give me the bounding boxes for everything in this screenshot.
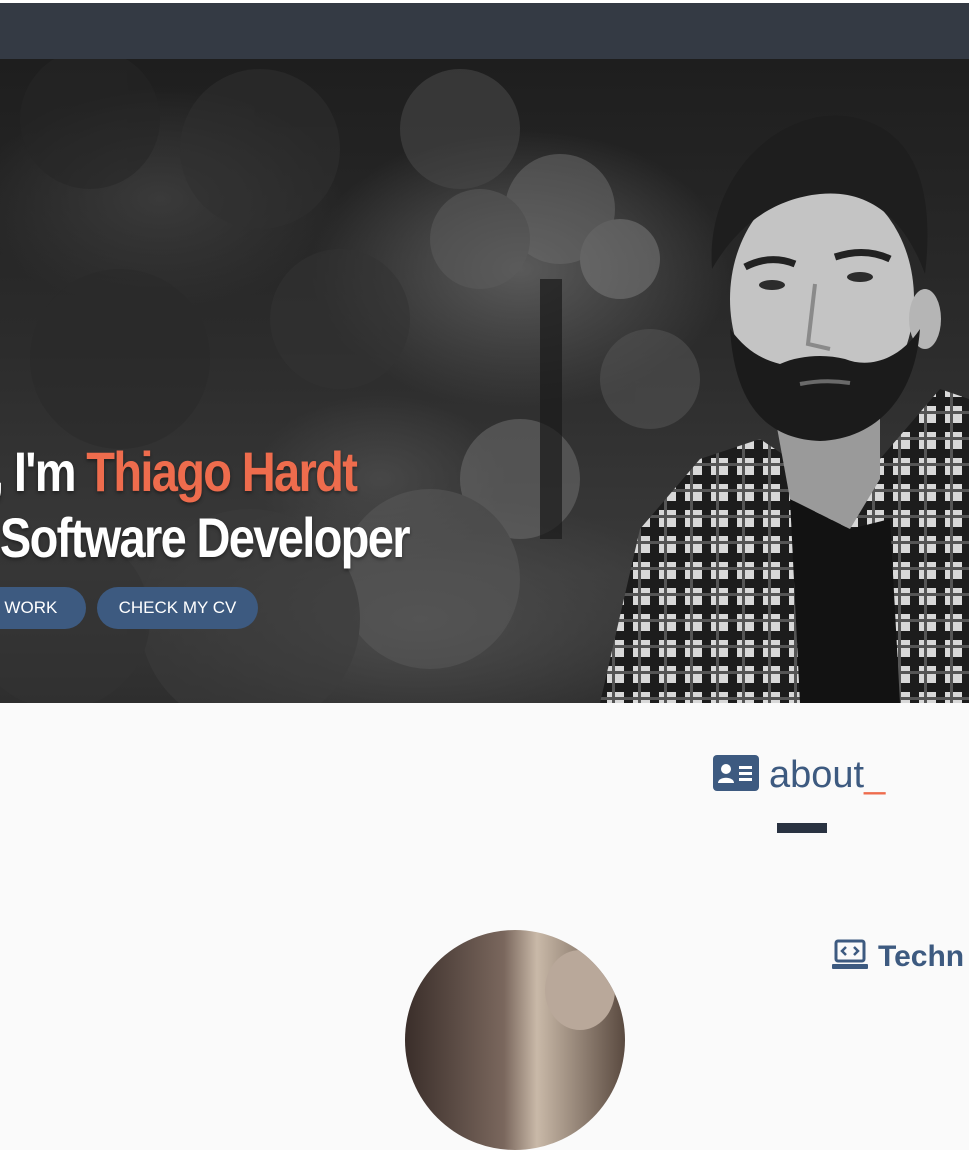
laptop-code-icon bbox=[832, 939, 868, 976]
title-cursor: _ bbox=[864, 754, 886, 796]
hero-title: o, I'm Thiago Hardt a Software Developer bbox=[0, 439, 410, 571]
navbar bbox=[0, 3, 969, 59]
check-my-cv-button[interactable]: CHECK MY CV bbox=[97, 587, 258, 629]
about-title: about_ bbox=[769, 752, 885, 798]
hero-greeting: o, I'm bbox=[0, 440, 77, 503]
about-divider bbox=[777, 823, 827, 833]
hero-name: Thiago Hardt bbox=[86, 440, 358, 503]
hero-tagline: a Software Developer bbox=[0, 506, 410, 569]
id-card-icon bbox=[713, 754, 759, 796]
about-heading: about_ bbox=[713, 752, 885, 798]
technologies-heading: Techn bbox=[832, 935, 964, 979]
my-work-button[interactable]: Y WORK bbox=[0, 587, 86, 629]
about-title-text: about bbox=[769, 754, 865, 796]
profile-photo bbox=[405, 930, 625, 1150]
profile-photo-face bbox=[545, 950, 615, 1030]
